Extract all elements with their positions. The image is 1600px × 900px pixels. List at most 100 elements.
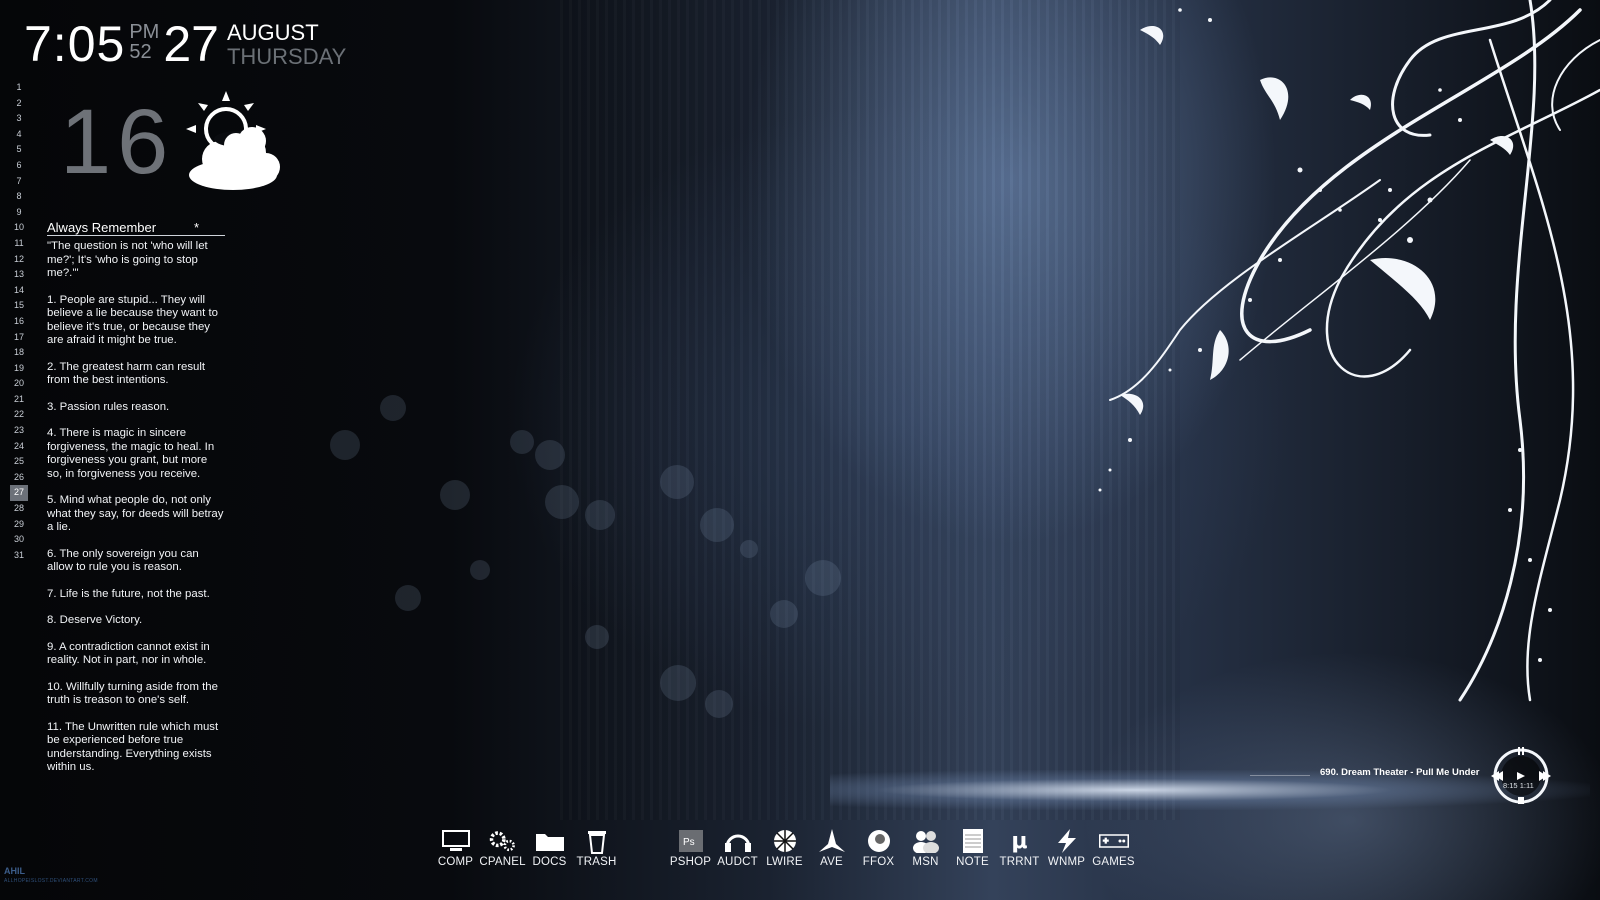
calendar-day: 14 bbox=[13, 284, 24, 295]
music-player: 690. Dream Theater - Pull Me Under 8:15 … bbox=[1250, 746, 1600, 806]
notes-item: 3. Passion rules reason. bbox=[47, 400, 170, 413]
photoshop-icon: Ps bbox=[676, 828, 706, 854]
svg-text:Ps: Ps bbox=[683, 837, 695, 848]
author-url: ALLHOPEISLOST.DEVIANTART.COM bbox=[4, 878, 98, 884]
dock-item-note[interactable]: NOTE bbox=[949, 828, 996, 868]
calendar-day: 22 bbox=[13, 409, 24, 420]
dock-item-label: NOTE bbox=[956, 856, 989, 868]
notes-widget: Always Remember * "The question is not '… bbox=[47, 220, 225, 788]
calendar-day: 15 bbox=[13, 300, 24, 311]
clock-month: AUGUST bbox=[226, 20, 319, 45]
firefox-icon bbox=[864, 828, 894, 854]
calendar-day: 3 bbox=[16, 113, 22, 124]
notes-marker[interactable]: * bbox=[194, 220, 199, 235]
calendar-day: 17 bbox=[13, 331, 24, 342]
folder-icon bbox=[535, 828, 565, 854]
winamp-icon bbox=[1052, 828, 1082, 854]
clock-time: 7:05 bbox=[24, 16, 126, 72]
dock-item-ffox[interactable]: FFOX bbox=[855, 828, 902, 868]
dock-item-trrnt[interactable]: μ TRRNT bbox=[996, 828, 1043, 869]
calendar-day: 19 bbox=[13, 362, 24, 373]
dock-item-label: WNMP bbox=[1047, 856, 1086, 868]
calendar-day: 21 bbox=[13, 393, 24, 404]
dock-item-label: TRASH bbox=[576, 856, 617, 868]
monitor-icon bbox=[441, 828, 471, 854]
dock-item-cpanel[interactable]: CPANEL bbox=[479, 828, 526, 868]
calendar-day: 16 bbox=[13, 315, 24, 326]
notes-item: 11. The Unwritten rule which must be exp… bbox=[47, 720, 219, 774]
dock-item-lwire[interactable]: LWIRE bbox=[761, 828, 808, 868]
calendar-day: 23 bbox=[13, 425, 24, 436]
calendar-day: 13 bbox=[13, 269, 24, 280]
dock-item-label: COMP bbox=[437, 856, 474, 868]
calendar-day: 8 bbox=[16, 191, 22, 202]
calendar-day: 28 bbox=[13, 503, 24, 514]
gears-icon bbox=[488, 828, 518, 854]
calendar-day: 29 bbox=[13, 518, 24, 529]
calendar-day: 5 bbox=[16, 144, 22, 155]
wallpaper-swirls bbox=[1098, 0, 1600, 702]
calendar-day: 25 bbox=[13, 456, 24, 467]
track-title: 690. Dream Theater - Pull Me Under bbox=[1320, 767, 1480, 778]
calendar-day: 7 bbox=[16, 175, 22, 186]
partly-cloudy-icon bbox=[186, 91, 281, 190]
dock-item-trash[interactable]: TRASH bbox=[573, 828, 620, 868]
weather-temperature: 16 bbox=[60, 91, 175, 193]
notes-quote: "The question is not 'who will let me?';… bbox=[47, 240, 208, 279]
notepad-icon bbox=[958, 828, 988, 854]
calendar-day: 12 bbox=[13, 253, 24, 264]
notes-header: Always Remember * bbox=[47, 220, 225, 236]
dock-item-msn[interactable]: MSN bbox=[902, 828, 949, 868]
notes-title: Always Remember bbox=[47, 220, 157, 235]
track-total: 1:11 bbox=[1519, 781, 1534, 790]
notes-item: 1. People are stupid... They will believ… bbox=[47, 293, 218, 347]
calendar-day: 30 bbox=[13, 534, 24, 545]
calendar-day: 26 bbox=[13, 471, 24, 482]
dock-item-label: MSN bbox=[912, 856, 939, 868]
dock-item-ave[interactable]: AVE bbox=[808, 828, 855, 868]
calendar-day: 10 bbox=[13, 222, 24, 233]
calendar-day: 11 bbox=[14, 237, 24, 248]
dock-item-audct[interactable]: AUDCT bbox=[714, 828, 761, 868]
notes-item: 5. Mind what people do, not only what th… bbox=[47, 494, 224, 533]
dock-item-label: CPANEL bbox=[479, 856, 526, 868]
clock-date: AUGUST THURSDAY bbox=[227, 21, 346, 69]
player-controls[interactable] bbox=[1491, 746, 1551, 806]
clock-seconds: 52 bbox=[129, 41, 152, 63]
calendar-day: 27 bbox=[10, 485, 28, 502]
dock-item-label: LWIRE bbox=[766, 856, 803, 868]
author-credit: AHIL bbox=[4, 866, 25, 876]
dock-item-label: TRRNT bbox=[999, 856, 1040, 868]
dock-item-label: DOCS bbox=[532, 856, 567, 868]
notes-item: 8. Deserve Victory. bbox=[47, 614, 143, 626]
track-times: 8:15 1:11 bbox=[1503, 781, 1534, 790]
clock-weekday: THURSDAY bbox=[226, 44, 347, 69]
clock-meridiem: PM 52 bbox=[129, 22, 159, 62]
utorrent-icon: μ bbox=[1011, 828, 1028, 854]
dock-item-docs[interactable]: DOCS bbox=[526, 828, 573, 868]
track-elapsed: 8:15 bbox=[1503, 781, 1518, 790]
dock-item-wnmp[interactable]: WNMP bbox=[1043, 828, 1090, 868]
dock-item-games[interactable]: GAMES bbox=[1090, 828, 1137, 868]
dock-item-comp[interactable]: COMP bbox=[432, 828, 479, 868]
headphones-icon bbox=[723, 828, 753, 854]
notes-item: 9. A contradiction cannot exist in reali… bbox=[47, 640, 210, 667]
calendar-day: 2 bbox=[16, 97, 22, 108]
calendar-day: 31 bbox=[13, 549, 24, 560]
dock-item-pshop[interactable]: Ps PSHOP bbox=[667, 828, 714, 868]
notes-item: 7. Life is the future, not the past. bbox=[47, 587, 210, 600]
calendar-strip: 1 2 3 4 5 6 7 8 9 10 11 12 13 14 15 16 17 18 19 20 21 22 23 24 2… bbox=[10, 80, 28, 563]
calendar-day: 6 bbox=[16, 159, 22, 170]
dock-system: COMP CPANEL DOCS TRASH bbox=[432, 828, 620, 868]
calendar-day: 1 bbox=[16, 82, 22, 92]
calendar-day: 20 bbox=[13, 378, 24, 389]
trash-icon bbox=[582, 828, 612, 854]
calendar-day: 4 bbox=[16, 128, 22, 139]
calendar-day: 18 bbox=[13, 347, 24, 358]
track-divider bbox=[1250, 775, 1310, 776]
dock-item-label: GAMES bbox=[1092, 856, 1135, 868]
notes-item: 2. The greatest harm can result from the… bbox=[47, 360, 206, 387]
calendar-day: 9 bbox=[16, 206, 22, 217]
notes-item: 6. The only sovereign you can allow to r… bbox=[47, 547, 199, 574]
notes-item: 4. There is magic in sincere forgiveness… bbox=[47, 427, 215, 480]
